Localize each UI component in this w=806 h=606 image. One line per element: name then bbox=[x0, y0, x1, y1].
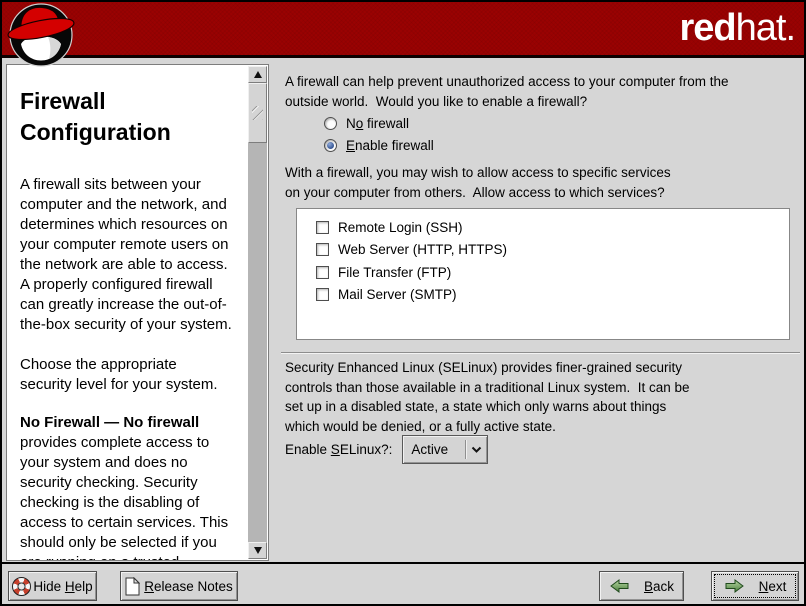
firewall-intro-text: A firewall can help prevent unauthorized… bbox=[285, 72, 728, 111]
arrow-right-icon bbox=[724, 578, 745, 594]
help-panel: Firewall Configuration A firewall sits b… bbox=[6, 64, 269, 561]
checkbox-icon bbox=[316, 266, 329, 279]
hide-help-button[interactable]: Hide Help bbox=[8, 571, 97, 601]
help-title: Firewall Configuration bbox=[20, 86, 248, 148]
header-bar: redhat. bbox=[2, 2, 804, 58]
radio-no-firewall-label: No firewall bbox=[346, 116, 409, 131]
scrollbar-trough[interactable] bbox=[248, 143, 267, 542]
arrow-up-icon bbox=[254, 71, 262, 78]
help-paragraph-3-bold: No Firewall — No firewall bbox=[20, 414, 199, 431]
release-notes-label: Release Notes bbox=[144, 579, 233, 594]
service-label: Mail Server (SMTP) bbox=[338, 287, 457, 302]
service-label: Remote Login (SSH) bbox=[338, 220, 463, 235]
help-scrollbar[interactable] bbox=[248, 66, 267, 559]
arrow-down-icon bbox=[254, 547, 262, 554]
checkbox-remote-login-ssh[interactable]: Remote Login (SSH) bbox=[316, 216, 789, 239]
service-label: File Transfer (FTP) bbox=[338, 265, 451, 280]
release-notes-button[interactable]: Release Notes bbox=[120, 571, 238, 601]
help-text: Firewall Configuration A firewall sits b… bbox=[20, 65, 248, 560]
checkbox-icon bbox=[316, 221, 329, 234]
brand-dot: . bbox=[785, 7, 795, 49]
next-button[interactable]: Next bbox=[711, 571, 799, 601]
radio-enable-firewall-label: Enable firewall bbox=[346, 138, 434, 153]
installer-window: redhat. Firewall Configuration A firewal… bbox=[0, 0, 806, 606]
radio-enable-firewall[interactable]: Enable firewall bbox=[324, 134, 434, 156]
scroll-up-button[interactable] bbox=[248, 66, 267, 83]
back-label: Back bbox=[644, 579, 674, 594]
services-intro-text: With a firewall, you may wish to allow a… bbox=[285, 163, 671, 202]
next-label: Next bbox=[759, 579, 787, 594]
hide-help-label: Hide Help bbox=[33, 579, 92, 594]
help-paragraph-2: Choose the appropriate security level fo… bbox=[20, 355, 248, 395]
brand-hat: hat bbox=[736, 7, 786, 49]
selinux-description-text: Security Enhanced Linux (SELinux) provid… bbox=[285, 358, 689, 436]
checkbox-file-transfer-ftp[interactable]: File Transfer (FTP) bbox=[316, 261, 789, 284]
service-label: Web Server (HTTP, HTTPS) bbox=[338, 242, 507, 257]
checkbox-web-server-http-https[interactable]: Web Server (HTTP, HTTPS) bbox=[316, 239, 789, 262]
selinux-setting-row: Enable SELinux?: Active bbox=[285, 435, 488, 464]
radio-indicator bbox=[324, 117, 337, 130]
services-list: Remote Login (SSH) Web Server (HTTP, HTT… bbox=[296, 208, 790, 340]
help-paragraph-1: A firewall sits between your computer an… bbox=[20, 175, 248, 335]
help-paragraph-3-rest: provides complete access to your system … bbox=[20, 434, 228, 560]
arrow-left-icon bbox=[609, 578, 630, 594]
selinux-dropdown-value: Active bbox=[403, 442, 465, 457]
redhat-wordmark: redhat. bbox=[679, 6, 795, 50]
back-button[interactable]: Back bbox=[599, 571, 684, 601]
checkbox-icon bbox=[316, 243, 329, 256]
checkbox-mail-server-smtp[interactable]: Mail Server (SMTP) bbox=[316, 284, 789, 307]
scrollbar-thumb[interactable] bbox=[248, 83, 267, 143]
help-paragraph-3: No Firewall — No firewall provides compl… bbox=[20, 413, 248, 560]
scroll-down-button[interactable] bbox=[248, 542, 267, 559]
footer-bar: Hide Help Release Notes Back Next bbox=[2, 564, 804, 604]
radio-no-firewall[interactable]: No firewall bbox=[324, 112, 434, 134]
firewall-config-panel: A firewall can help prevent unauthorized… bbox=[281, 64, 802, 562]
section-divider bbox=[281, 352, 800, 354]
selinux-label: Enable SELinux?: bbox=[285, 442, 392, 457]
redhat-shadowman-logo-icon bbox=[4, 2, 80, 68]
firewall-radio-group: No firewall Enable firewall bbox=[324, 112, 434, 156]
help-lifering-icon bbox=[12, 577, 31, 596]
checkbox-icon bbox=[316, 288, 329, 301]
chevron-down-icon bbox=[466, 446, 487, 454]
radio-indicator-selected bbox=[324, 139, 337, 152]
brand-red: red bbox=[679, 7, 735, 49]
selinux-dropdown[interactable]: Active bbox=[402, 435, 488, 464]
document-icon bbox=[125, 577, 140, 596]
